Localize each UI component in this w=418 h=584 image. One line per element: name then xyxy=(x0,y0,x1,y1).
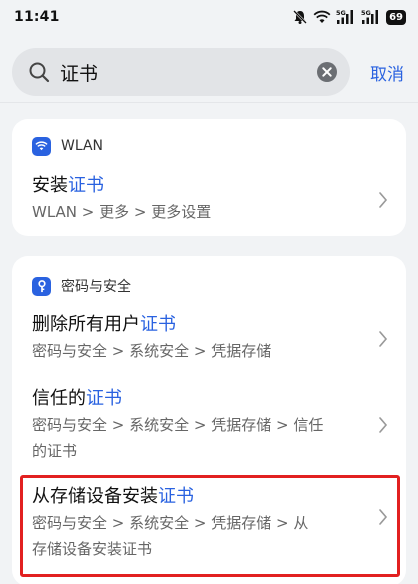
result-install-certificate[interactable]: 安装证书 WLAN > 更多 > 更多设置 xyxy=(12,163,406,225)
result-title-text: 安装 xyxy=(32,175,68,196)
section-card-wlan: WLAN 安装证书 WLAN > 更多 > 更多设置 xyxy=(12,119,406,236)
signal-5g-label: 5G xyxy=(361,9,371,17)
result-delete-user-certificates[interactable]: 删除所有用户证书 密码与安全 > 系统安全 > 凭据存储 xyxy=(12,300,406,364)
wifi-icon xyxy=(313,10,331,23)
signal-5g-label: 5G xyxy=(336,9,346,17)
result-path: 密码与安全 > 系统安全 > 凭据存储 > 信任 的证书 xyxy=(32,412,362,464)
section-header: 密码与安全 xyxy=(12,256,406,300)
clear-icon[interactable] xyxy=(316,61,338,83)
result-path: WLAN > 更多 > 更多设置 xyxy=(32,203,212,221)
chevron-right-icon xyxy=(379,417,388,433)
status-icons: 5G 5G 69 xyxy=(292,9,406,25)
result-title-text: 删除所有用户 xyxy=(32,314,140,335)
result-path-line: 密码与安全 > 系统安全 > 凭据存储 > 信任 xyxy=(32,416,324,434)
result-title: 信任的证书 xyxy=(32,386,362,412)
search-box[interactable] xyxy=(12,48,350,96)
result-title-highlight: 证书 xyxy=(68,175,104,196)
chevron-right-icon xyxy=(379,331,388,347)
result-title-highlight: 证书 xyxy=(86,388,122,409)
result-title-text: 信任的 xyxy=(32,388,86,409)
chevron-right-icon xyxy=(379,192,388,208)
section-header: WLAN xyxy=(12,119,406,163)
section-title: WLAN xyxy=(61,138,104,154)
highlight-frame xyxy=(20,475,400,577)
search-row: 取消 xyxy=(0,44,418,100)
search-icon xyxy=(29,62,50,83)
divider xyxy=(0,102,418,103)
section-title: 密码与安全 xyxy=(61,279,131,295)
result-path: 密码与安全 > 系统安全 > 凭据存储 xyxy=(32,342,272,360)
result-path-line: 的证书 xyxy=(32,442,78,460)
status-time: 11:41 xyxy=(14,9,60,25)
status-bar: 11:41 5G 5G 69 xyxy=(0,0,418,34)
signal-icon: 5G xyxy=(336,9,354,24)
key-icon xyxy=(32,276,51,296)
cancel-button[interactable]: 取消 xyxy=(370,60,406,85)
result-title: 删除所有用户证书 xyxy=(32,312,362,338)
signal-icon: 5G xyxy=(361,9,379,24)
result-title: 安装证书 xyxy=(32,173,362,199)
mute-icon xyxy=(293,10,307,24)
search-input[interactable] xyxy=(60,61,316,83)
result-title-highlight: 证书 xyxy=(140,314,176,335)
wifi-icon xyxy=(32,136,51,156)
battery-icon: 69 xyxy=(386,9,406,25)
result-trusted-certificates[interactable]: 信任的证书 密码与安全 > 系统安全 > 凭据存储 > 信任 的证书 xyxy=(12,364,406,464)
